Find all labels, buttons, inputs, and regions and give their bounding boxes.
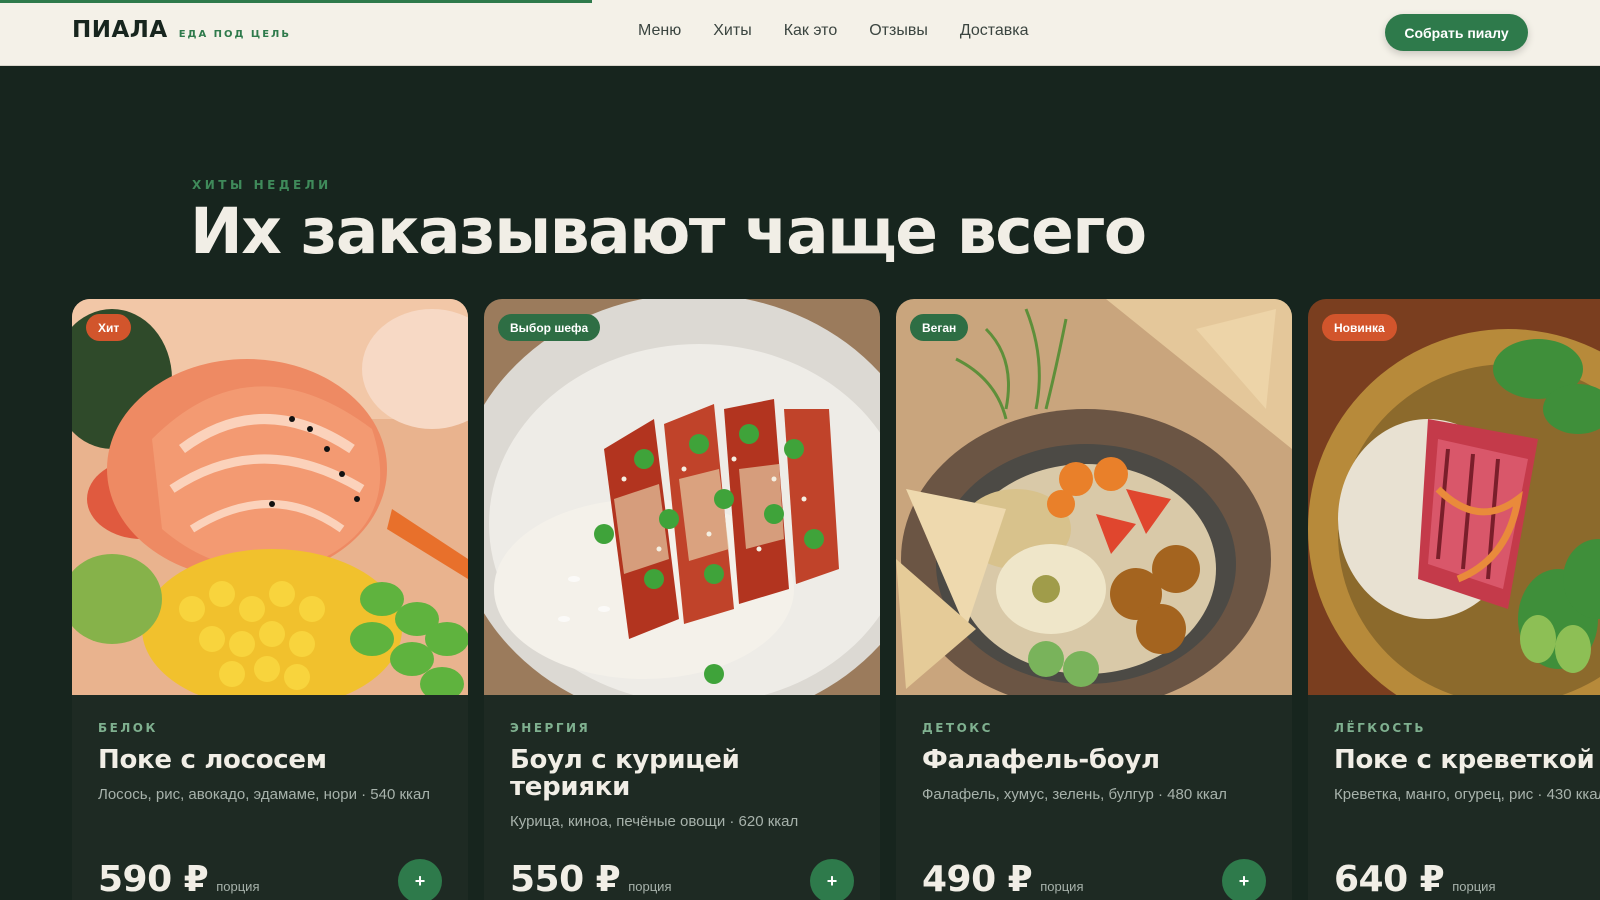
card-badge: Хит xyxy=(86,314,132,341)
product-card[interactable]: Веган ДЕТОКС Фалафель-боул Фалафель, хум… xyxy=(896,299,1292,900)
card-category: ЭНЕРГИЯ xyxy=(510,721,591,735)
card-price-row: 590 ₽ порция xyxy=(98,859,259,900)
add-to-cart-button[interactable]: + xyxy=(1222,859,1266,900)
nav-link-reviews[interactable]: Отзывы xyxy=(869,22,928,40)
nav-link-how-it-works[interactable]: Как это xyxy=(784,22,838,40)
nav-link-hits[interactable]: Хиты xyxy=(713,22,751,40)
product-card[interactable]: Выбор шефа ЭНЕРГИЯ Боул с курицей терияк… xyxy=(484,299,880,900)
add-to-cart-button[interactable]: + xyxy=(398,859,442,900)
section-eyebrow: ХИТЫ НЕДЕЛИ xyxy=(192,178,332,192)
product-photo-shrimp-poke: Новинка xyxy=(1308,299,1600,695)
card-title[interactable]: Фалафель-боул xyxy=(922,747,1266,774)
product-photo-falafel-bowl: Веган xyxy=(896,299,1292,695)
product-photo-teriyaki-bowl: Выбор шефа xyxy=(484,299,880,695)
scroll-progress-bar xyxy=(0,0,592,3)
card-description: Фалафель, хумус, зелень, булгур · 480 кк… xyxy=(922,786,1227,803)
card-price: 590 ₽ xyxy=(98,859,209,900)
card-price-row: 550 ₽ порция xyxy=(510,859,671,900)
card-price: 490 ₽ xyxy=(922,859,1033,900)
card-price: 640 ₽ xyxy=(1334,859,1445,900)
nav-link-delivery[interactable]: Доставка xyxy=(960,22,1029,40)
card-category: ЛЁГКОСТЬ xyxy=(1334,721,1426,735)
add-to-cart-button[interactable]: + xyxy=(810,859,854,900)
card-description: Креветка, манго, огурец, рис · 430 ккал xyxy=(1334,786,1600,803)
card-price-unit: порция xyxy=(1040,879,1084,894)
card-price-unit: порция xyxy=(628,879,672,894)
card-category: ДЕТОКС xyxy=(922,721,993,735)
card-price: 550 ₽ xyxy=(510,859,621,900)
nav-link-menu[interactable]: Меню xyxy=(638,22,681,40)
build-bowl-button[interactable]: Собрать пиалу xyxy=(1385,14,1528,51)
product-photo-salmon-poke: Хит xyxy=(72,299,468,695)
logo-tagline: ЕДА ПОД ЦЕЛЬ xyxy=(178,29,291,40)
card-category: БЕЛОК xyxy=(98,721,158,735)
card-badge: Новинка xyxy=(1322,314,1397,341)
card-title[interactable]: Поке с лососем xyxy=(98,747,442,774)
card-description: Курица, киноа, печёные овощи · 620 ккал xyxy=(510,813,799,830)
product-card[interactable]: Хит БЕЛОК Поке с лососем Лосось, рис, ав… xyxy=(72,299,468,900)
card-price-row: 490 ₽ порция xyxy=(922,859,1083,900)
card-price-unit: порция xyxy=(216,879,260,894)
card-description: Лосось, рис, авокадо, эдамаме, нори · 54… xyxy=(98,786,431,803)
site-header: ПИАЛА ЕДА ПОД ЦЕЛЬ Меню Хиты Как это Отз… xyxy=(0,0,1600,66)
logo-wordmark: ПИАЛА xyxy=(72,17,168,43)
card-title[interactable]: Боул с курицей терияки xyxy=(510,747,780,801)
logo[interactable]: ПИАЛА ЕДА ПОД ЦЕЛЬ xyxy=(72,17,291,43)
product-carousel[interactable]: Хит БЕЛОК Поке с лососем Лосось, рис, ав… xyxy=(72,299,1600,900)
main-nav: Меню Хиты Как это Отзывы Доставка xyxy=(638,22,1061,40)
card-price-row: 640 ₽ порция xyxy=(1334,859,1495,900)
card-badge: Веган xyxy=(910,314,969,341)
card-title[interactable]: Поке с креветкой xyxy=(1334,747,1600,774)
card-badge: Выбор шефа xyxy=(498,314,601,341)
card-price-unit: порция xyxy=(1452,879,1496,894)
product-card[interactable]: Новинка ЛЁГКОСТЬ Поке с креветкой Кревет… xyxy=(1308,299,1600,900)
section-title: Их заказывают чаще всего xyxy=(190,195,1147,268)
